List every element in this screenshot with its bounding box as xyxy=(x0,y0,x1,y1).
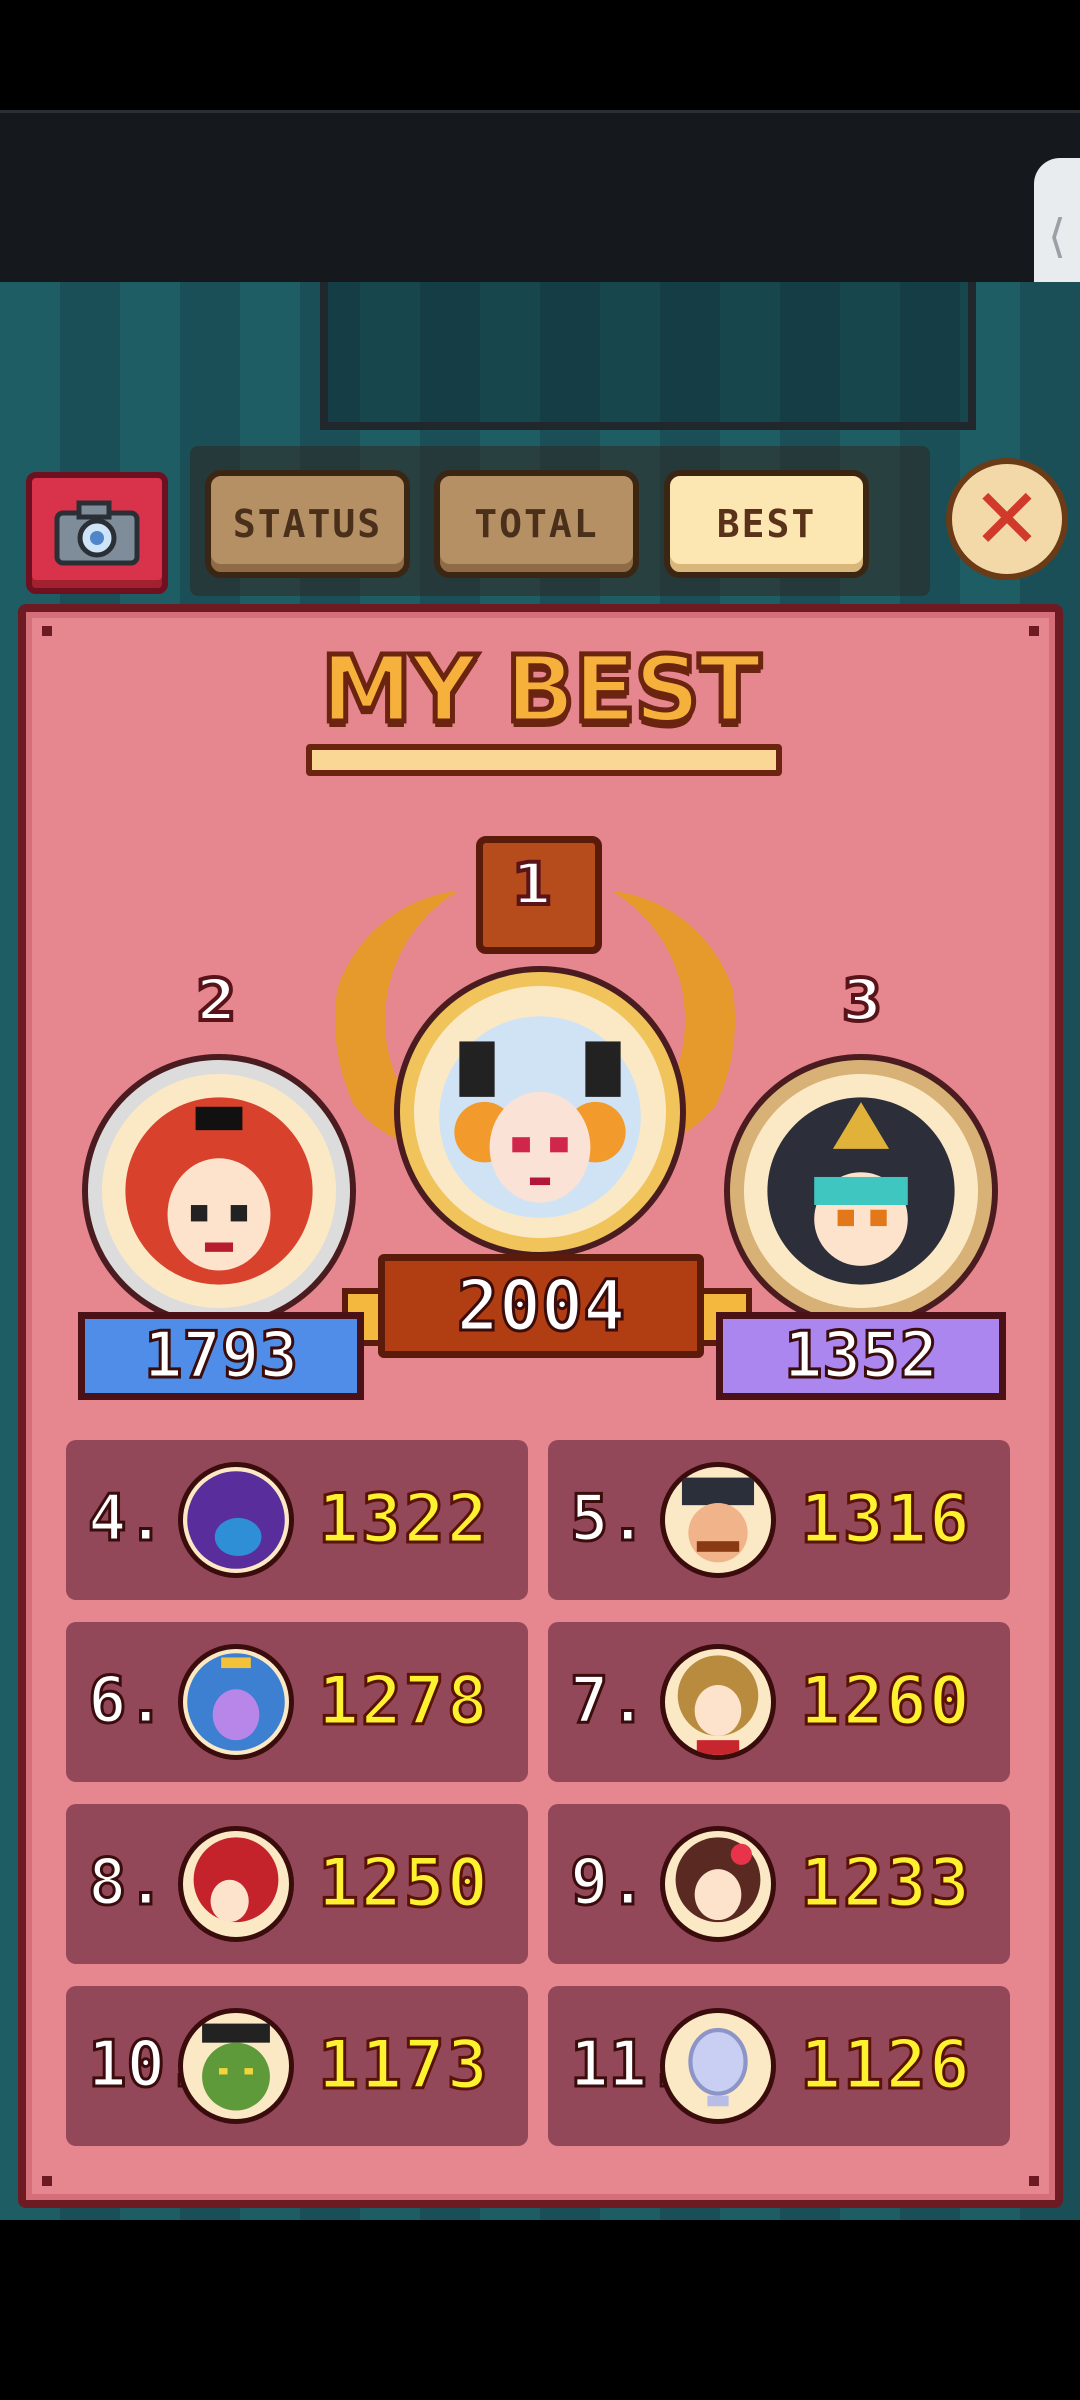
character-avatar xyxy=(178,1644,294,1760)
chevron-left-icon: ⟨ xyxy=(1048,209,1066,263)
rank-number: 9. xyxy=(568,1845,648,1922)
purple-hood-icon xyxy=(187,1471,285,1569)
tab-status[interactable]: STATUS xyxy=(205,470,410,578)
score: 1233 xyxy=(799,1843,972,1925)
ranking-entry-9[interactable]: 9. 1233 xyxy=(548,1804,1010,1964)
close-icon: ✕ xyxy=(971,470,1043,568)
character-avatar xyxy=(660,2008,776,2124)
ranking-entry-7[interactable]: 7. 1260 xyxy=(548,1622,1010,1782)
rank-number: 8. xyxy=(86,1845,166,1922)
tab-best[interactable]: BEST xyxy=(664,470,869,578)
panel-title: MY BEST xyxy=(318,634,763,746)
rivet-decoration xyxy=(42,2176,52,2186)
rivet-decoration xyxy=(42,626,52,636)
rank-2-score: 1793 xyxy=(78,1312,364,1400)
character-avatar xyxy=(660,1644,776,1760)
rank-1-avatar[interactable] xyxy=(400,972,680,1252)
close-button[interactable]: ✕ xyxy=(946,458,1068,580)
rank-number: 4. xyxy=(86,1481,166,1558)
ghost-bubble-icon xyxy=(688,2027,748,2107)
ranking-entry-8[interactable]: 8. 1250 xyxy=(66,1804,528,1964)
rank-2-avatar[interactable] xyxy=(88,1060,350,1322)
zombie-icon xyxy=(202,2023,270,2111)
character-avatar xyxy=(660,1826,776,1942)
title-underline xyxy=(306,744,782,776)
flower-girl-icon xyxy=(675,1837,761,1923)
score: 1126 xyxy=(799,2025,972,2107)
red-hood-icon xyxy=(193,1837,279,1923)
rivet-decoration xyxy=(1029,2176,1039,2186)
tab-total[interactable]: TOTAL xyxy=(434,470,639,578)
ranking-entry-6[interactable]: 6. 1278 xyxy=(66,1622,528,1782)
rank-3-score: 1352 xyxy=(716,1312,1006,1400)
character-portrait-icon xyxy=(439,1016,641,1218)
system-status-bar xyxy=(0,0,1080,110)
character-avatar xyxy=(178,1462,294,1578)
score: 1173 xyxy=(317,2025,490,2107)
character-portrait-icon xyxy=(125,1097,313,1285)
rank-2-number: 2 xyxy=(194,964,238,1036)
character-avatar xyxy=(178,1826,294,1942)
character-avatar xyxy=(178,2008,294,2124)
score: 1250 xyxy=(317,1843,490,1925)
ranking-entry-11[interactable]: 11. 1126 xyxy=(548,1986,1010,2146)
ranking-entry-5[interactable]: 5. 1316 xyxy=(548,1440,1010,1600)
rank-number: 6. xyxy=(86,1663,166,1740)
rank-1-score: 2004 xyxy=(378,1254,704,1358)
app-top-bar xyxy=(0,110,1080,285)
camera-button[interactable] xyxy=(26,472,168,594)
ranking-entry-10[interactable]: 10. 1173 xyxy=(66,1986,528,2146)
rank-1-number: 1 xyxy=(510,848,554,920)
character-avatar xyxy=(660,1462,776,1578)
rank-3-number: 3 xyxy=(840,964,884,1036)
score: 1278 xyxy=(317,1661,490,1743)
captain-icon xyxy=(681,1477,755,1563)
girl-icon xyxy=(677,1655,759,1755)
rivet-decoration xyxy=(1029,626,1039,636)
ranking-entry-4[interactable]: 4. 1322 xyxy=(66,1440,528,1600)
score: 1316 xyxy=(799,1479,972,1561)
bottom-area xyxy=(0,2220,1080,2400)
rank-number: 5. xyxy=(568,1481,648,1558)
rank-number: 7. xyxy=(568,1663,648,1740)
princess-icon xyxy=(187,1653,285,1751)
camera-icon xyxy=(54,500,140,566)
score: 1260 xyxy=(799,1661,972,1743)
character-portrait-icon xyxy=(767,1097,955,1285)
score: 1322 xyxy=(317,1479,490,1561)
rank-3-avatar[interactable] xyxy=(730,1060,992,1322)
